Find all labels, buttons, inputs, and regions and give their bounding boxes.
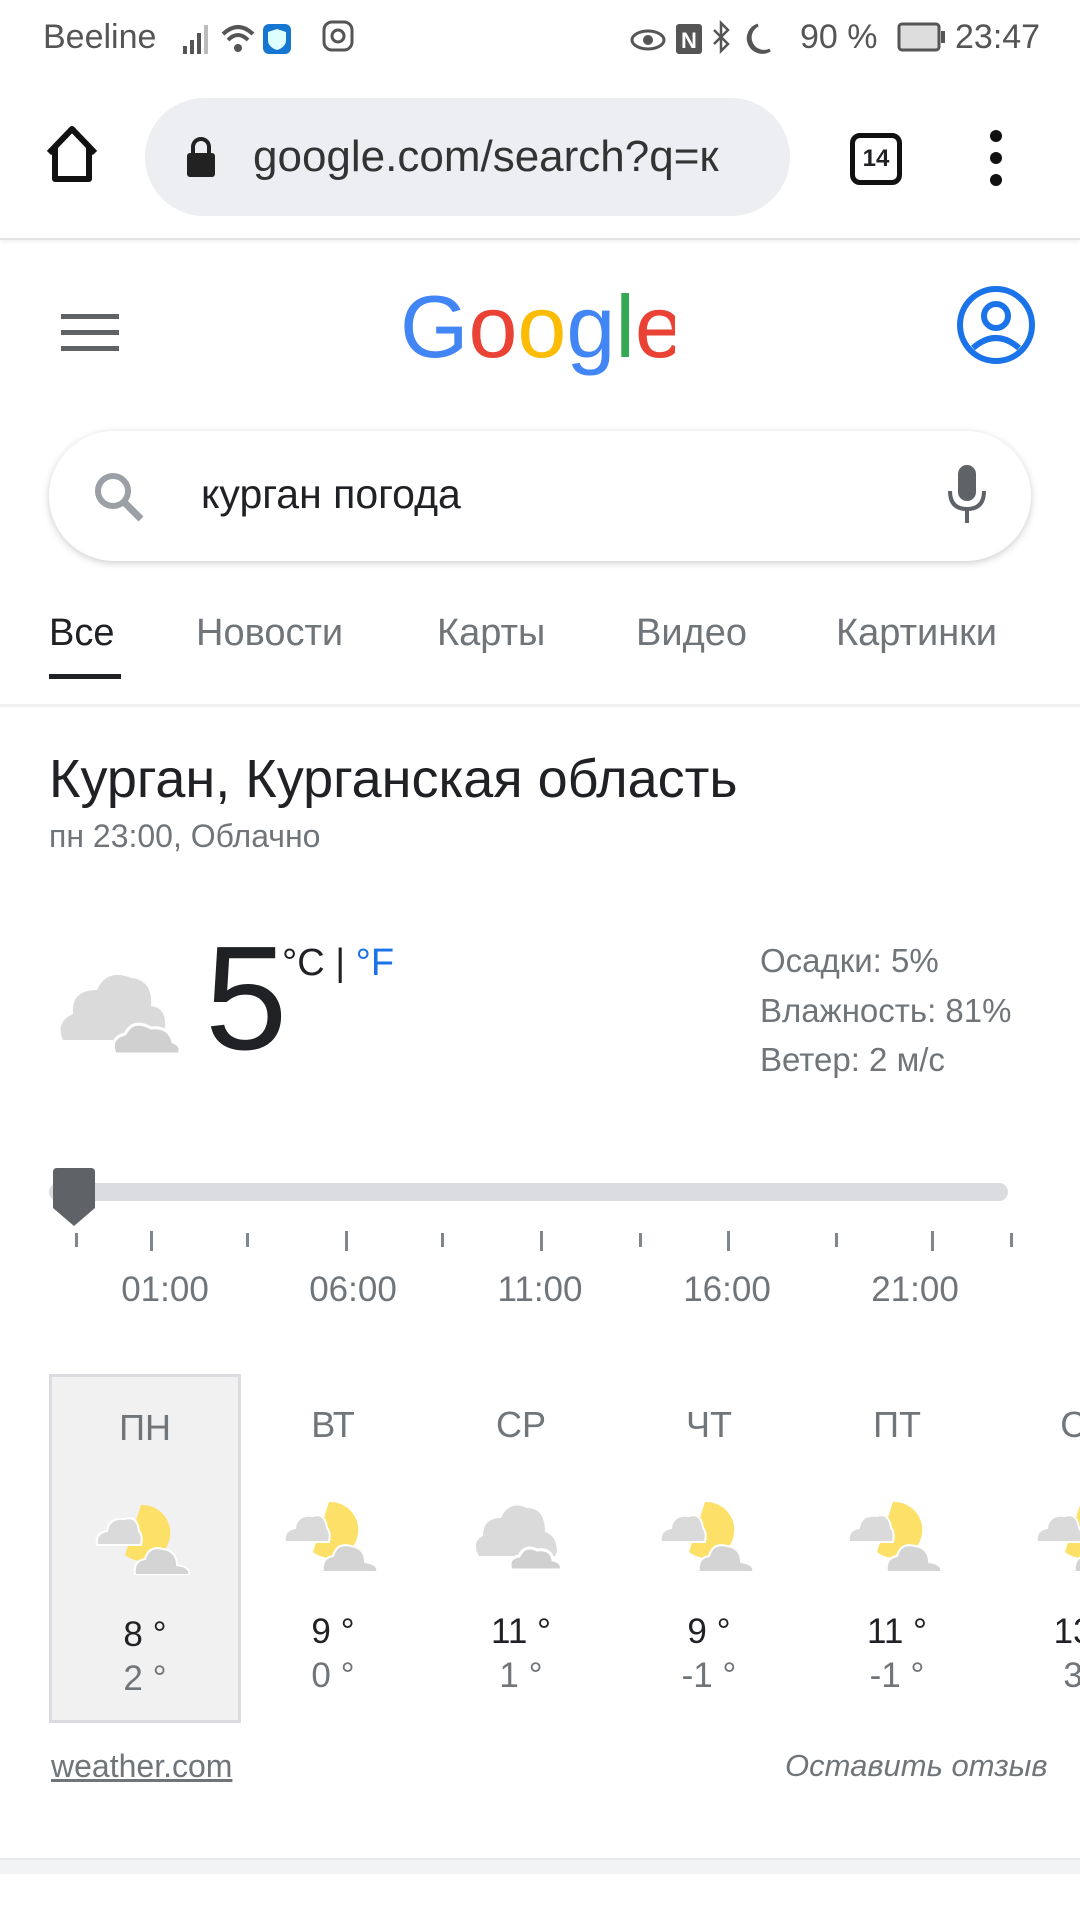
slider-tick [639, 1233, 642, 1247]
wind: Ветер: 2 м/с [760, 1041, 945, 1078]
unit-celsius[interactable]: °C [282, 942, 325, 984]
url-bar[interactable]: google.com/search?q=к [145, 98, 790, 216]
slider-tick [835, 1233, 838, 1247]
day-low: -1 ° [681, 1656, 737, 1695]
weather-location: Курган, Курганская область [49, 749, 738, 809]
day-low: -1 ° [869, 1656, 925, 1695]
svg-text:Google: Google [400, 285, 675, 376]
search-icon [95, 473, 144, 522]
source-link[interactable]: weather.com [51, 1748, 232, 1785]
cloudy-icon [475, 1505, 563, 1572]
divider [0, 704, 1080, 707]
day-high: 9 ° [687, 1612, 731, 1651]
search-input[interactable]: курган погода [201, 471, 461, 518]
slider-tick [345, 1231, 348, 1251]
section-divider [0, 1858, 1080, 1874]
forecast-day[interactable]: ПТ 11 ° -1 ° [801, 1374, 993, 1723]
tab-news[interactable]: Новости [196, 612, 343, 655]
tab-video[interactable]: Видео [636, 612, 747, 655]
instagram-icon [322, 20, 354, 52]
day-high: 8 ° [123, 1615, 167, 1654]
status-bar: Beeline N 90 % 23:47 [0, 0, 1080, 75]
url-text: google.com/search?q=к [253, 132, 719, 181]
time-label[interactable]: 16:00 [667, 1270, 787, 1310]
slider-tick [441, 1233, 444, 1247]
slider-tick [246, 1233, 249, 1247]
weather-subtitle: пн 23:00, Облачно [49, 818, 321, 854]
cloudy-icon [60, 974, 182, 1056]
day-high: 13 ° [1053, 1612, 1080, 1651]
more-menu-icon[interactable] [985, 128, 1007, 188]
slider-tick [1010, 1233, 1013, 1247]
account-avatar-icon[interactable] [955, 284, 1037, 366]
forecast-day[interactable]: СР 11 ° 1 ° [425, 1374, 617, 1723]
day-name: ПН [119, 1407, 171, 1448]
partly-cloudy-icon [847, 1501, 943, 1573]
current-temperature: 5 [205, 916, 288, 1081]
time-label[interactable]: 01:00 [105, 1270, 225, 1310]
time-label[interactable]: 06:00 [293, 1270, 413, 1310]
time-label[interactable]: 11:00 [480, 1270, 600, 1310]
day-high: 11 ° [866, 1612, 928, 1651]
home-icon[interactable] [44, 125, 100, 183]
forecast-day[interactable]: ЧТ 9 ° -1 ° [613, 1374, 805, 1723]
day-name: ВТ [311, 1404, 355, 1445]
day-low: 0 ° [311, 1656, 355, 1695]
active-tab-indicator [49, 674, 121, 679]
partly-cloudy-icon [283, 1501, 379, 1573]
slider-tick [931, 1231, 934, 1251]
tab-switcher-button[interactable]: 14 [850, 133, 902, 185]
forecast-day[interactable]: ПН 8 ° 2 ° [49, 1374, 241, 1723]
unit-fahrenheit[interactable]: °F [356, 942, 394, 984]
hamburger-menu-icon[interactable] [61, 312, 119, 352]
google-logo: Google [400, 285, 675, 376]
humidity: Влажность: 81% [760, 992, 1012, 1029]
time-label[interactable]: 21:00 [855, 1270, 975, 1310]
microphone-icon[interactable] [945, 463, 989, 529]
slider-tick [727, 1231, 730, 1251]
carrier: Beeline [43, 18, 157, 56]
tab-all[interactable]: Все [49, 612, 114, 655]
browser-toolbar: google.com/search?q=к 14 [0, 75, 1080, 240]
day-low: 1 ° [499, 1656, 543, 1695]
partly-cloudy-icon [95, 1504, 191, 1576]
day-name: ПТ [873, 1404, 921, 1445]
partly-cloudy-icon [659, 1501, 755, 1573]
day-high: 9 ° [311, 1612, 355, 1651]
time-slider-track[interactable] [49, 1183, 1008, 1201]
day-name: ЧТ [686, 1404, 732, 1445]
slider-tick [150, 1231, 153, 1251]
day-name: СБ [1060, 1404, 1080, 1445]
feedback-link[interactable]: Оставить отзыв [785, 1748, 1048, 1784]
day-low: 3 ° [1063, 1656, 1080, 1695]
day-low: 2 ° [123, 1659, 167, 1698]
tab-images[interactable]: Картинки [836, 612, 997, 655]
signal-wifi-icons [183, 24, 291, 54]
battery-percent: 90 % [800, 18, 878, 56]
tab-maps[interactable]: Карты [437, 612, 545, 655]
lock-icon [187, 137, 215, 177]
system-icons: N [630, 20, 771, 55]
forecast-day[interactable]: СБ 13 ° 3 ° [989, 1374, 1080, 1723]
day-name: СР [495, 1404, 546, 1445]
clock: 23:47 [955, 18, 1041, 56]
partly-cloudy-icon [1035, 1505, 1080, 1573]
day-high: 11 ° [490, 1612, 552, 1651]
unit-toggle: °C | °F [282, 942, 394, 985]
time-slider-handle[interactable] [49, 1166, 99, 1230]
unit-separator: | [335, 942, 346, 984]
forecast-day[interactable]: ВТ 9 ° 0 ° [237, 1374, 429, 1723]
battery-icon [897, 22, 945, 52]
precipitation: Осадки: 5% [760, 942, 939, 979]
slider-tick [540, 1231, 543, 1251]
slider-tick [75, 1233, 78, 1247]
svg-text:N: N [681, 28, 697, 53]
search-box[interactable]: курган погода [49, 431, 1031, 561]
